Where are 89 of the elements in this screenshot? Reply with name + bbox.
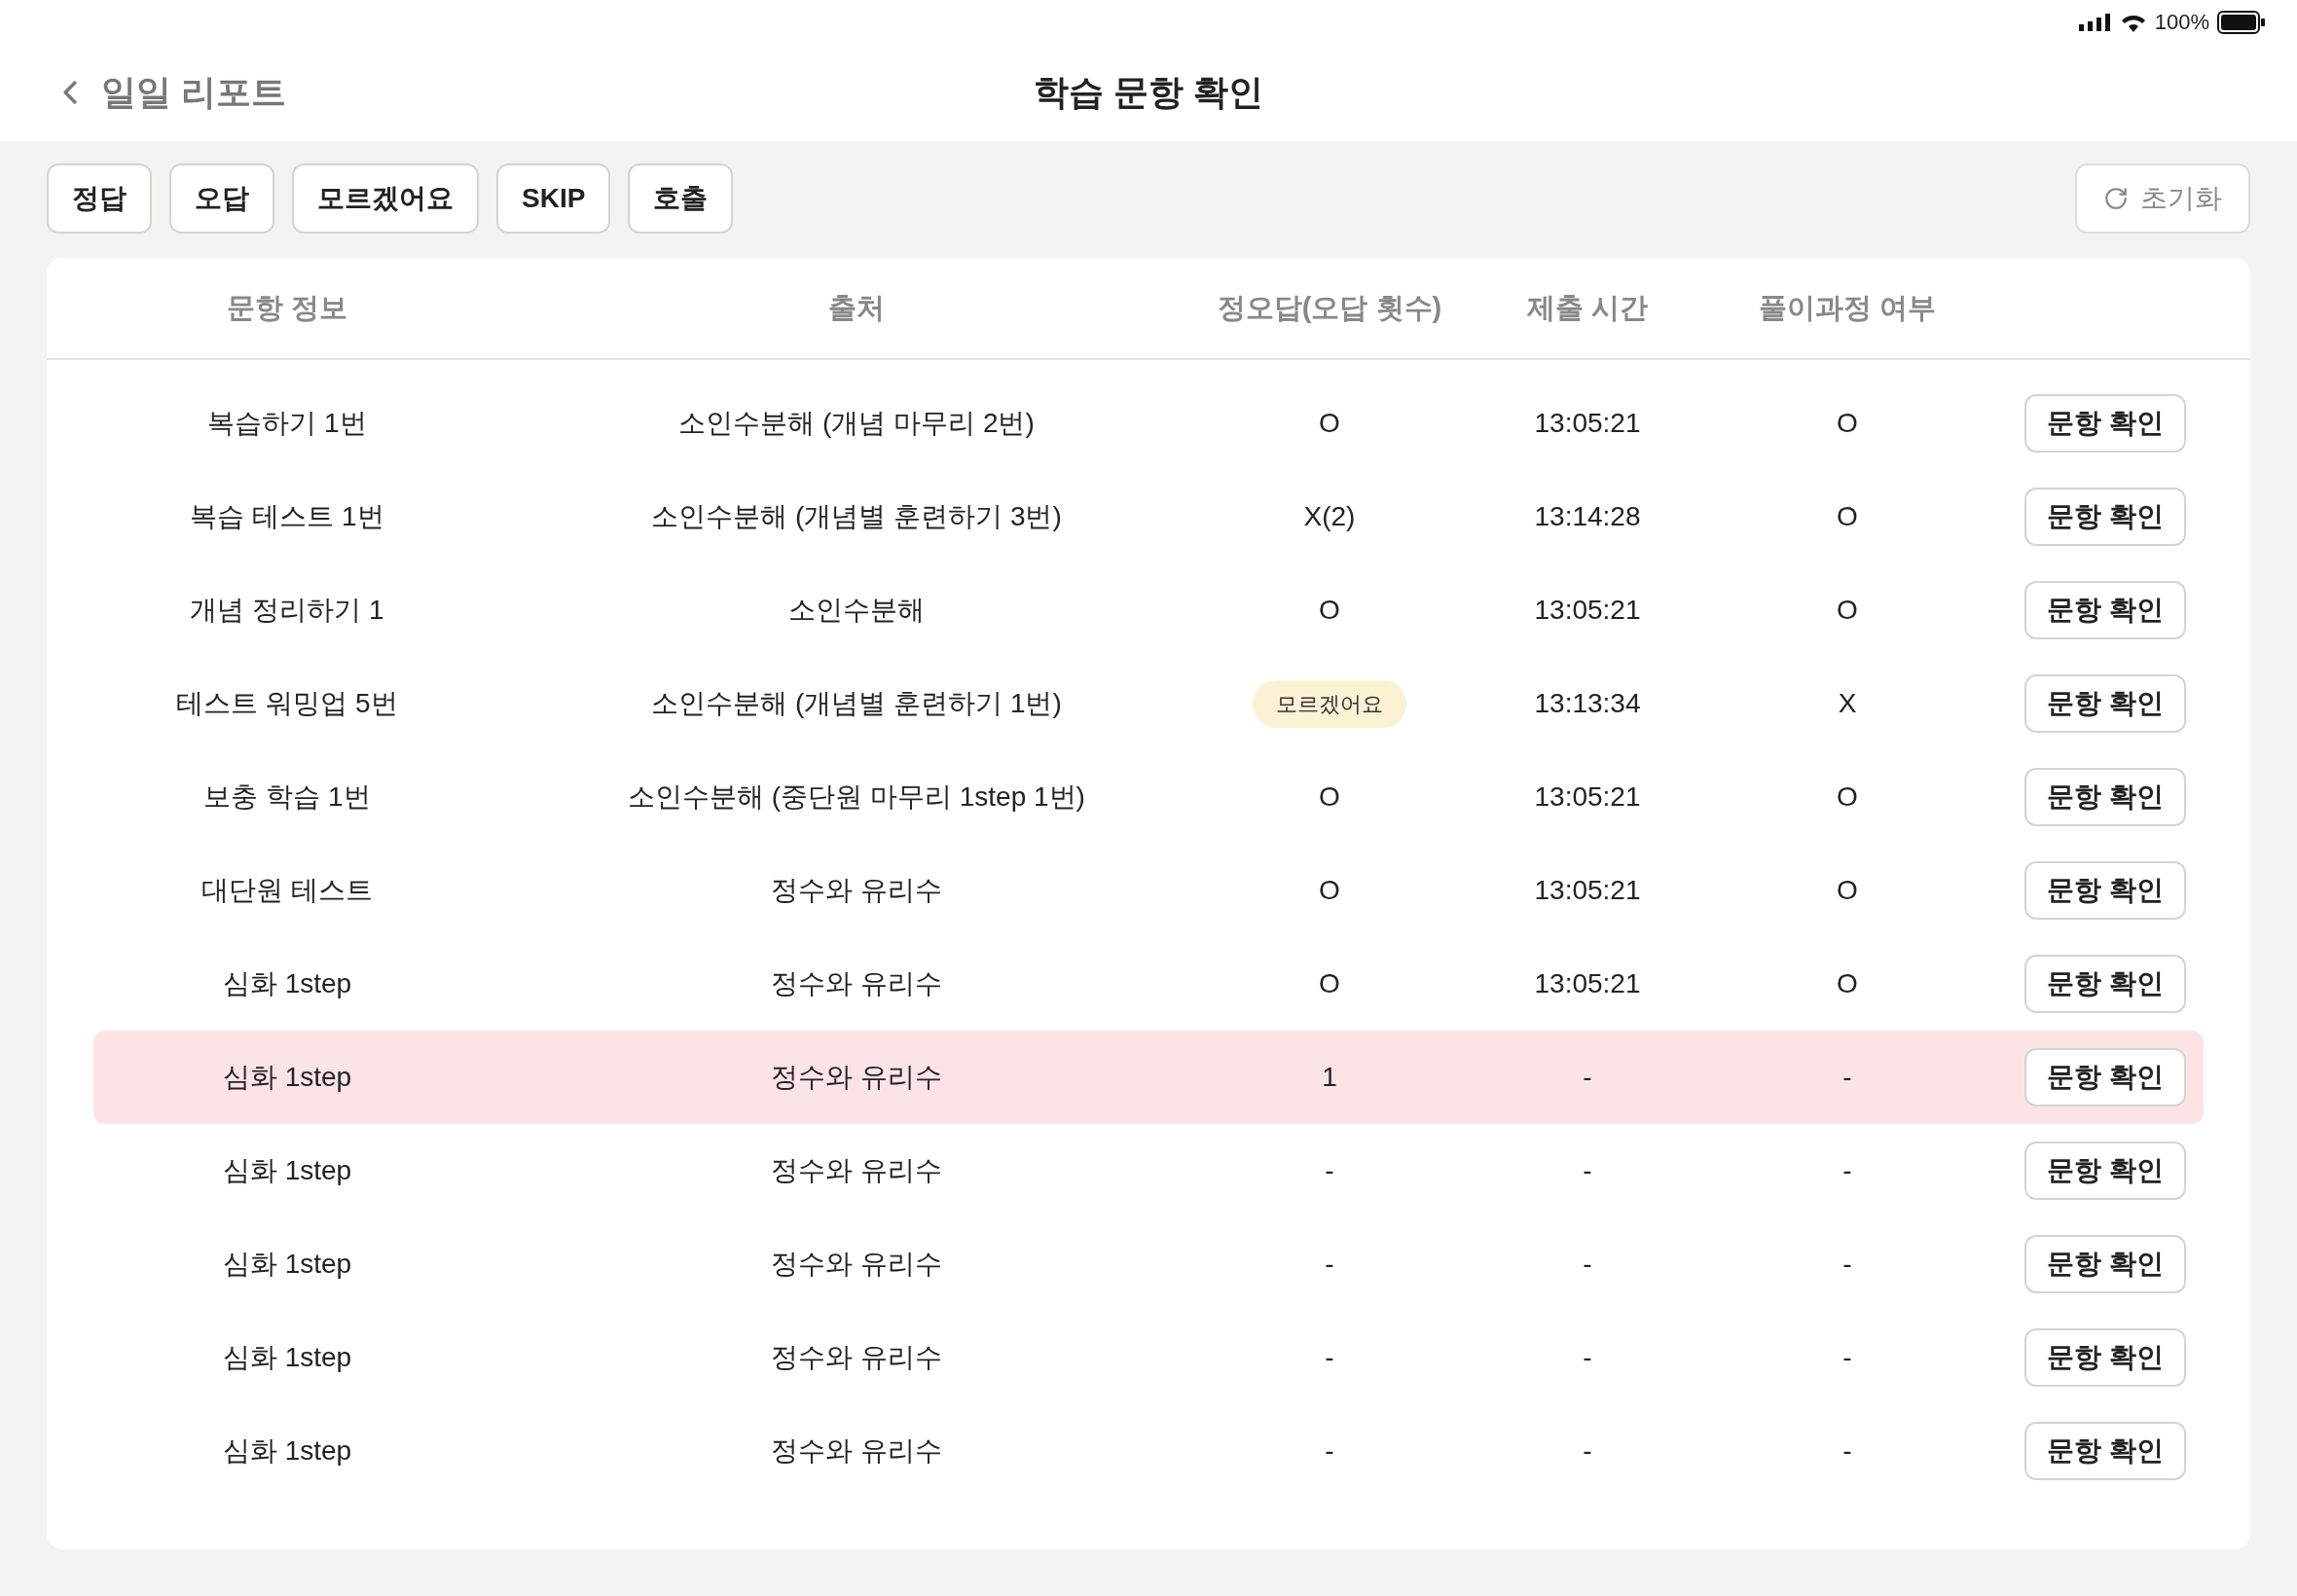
table-cell-text: 심화 1step [222,967,352,1000]
refresh-icon [2103,186,2129,211]
filter-button[interactable]: 정답 [47,163,152,234]
table-cell-text: 심화 1step [222,1341,352,1374]
view-question-button[interactable]: 문항 확인 [2024,1235,2186,1293]
column-header: 풀이과정 여부 [1758,290,1937,325]
table-cell-text: - [1842,1061,1852,1094]
reset-button[interactable]: 초기화 [2075,163,2250,234]
table-cell-text: - [1842,1341,1852,1374]
table-cell-text: 13:05:21 [1534,967,1641,1000]
table-cell-text: 정수와 유리수 [771,1154,942,1187]
view-question-button[interactable]: 문항 확인 [2024,955,2186,1013]
result-text: - [1325,1248,1334,1281]
table-cell-text: 심화 1step [222,1061,352,1094]
table-cell-text: 테스트 워밍업 5번 [176,687,398,720]
view-question-button[interactable]: 문항 확인 [2024,861,2186,920]
view-question-button[interactable]: 문항 확인 [2024,394,2186,453]
result-text: X(2) [1303,500,1356,533]
table-cell-text: - [1842,1434,1852,1468]
view-question-button[interactable]: 문항 확인 [2024,768,2186,826]
view-question-button[interactable]: 문항 확인 [2024,674,2186,733]
table-cell-text: X [1838,687,1857,720]
table-cell-text: 소인수분해 (개념 마무리 2번) [678,407,1035,440]
table-cell-text: 심화 1step [222,1248,352,1281]
battery-icon [2217,10,2266,34]
table-cell-text: 정수와 유리수 [771,1341,942,1374]
table-cell-text: 소인수분해 (개념별 훈련하기 3번) [651,500,1062,533]
result-text: 1 [1322,1061,1337,1094]
view-question-button[interactable]: 문항 확인 [2024,1048,2186,1106]
view-question-button[interactable]: 문항 확인 [2024,1328,2186,1387]
table-cell-text: - [1583,1248,1592,1281]
view-question-button[interactable]: 문항 확인 [2024,1422,2186,1480]
table-cell-text: 보충 학습 1번 [203,780,371,814]
page-title: 학습 문항 확인 [1034,71,1263,114]
filter-button[interactable]: 오답 [169,163,274,234]
filter-button[interactable]: 호출 [628,163,734,234]
result-text: - [1325,1341,1334,1374]
column-header: 출처 [828,290,885,325]
table-cell-text: - [1583,1061,1592,1094]
table-cell-text: 13:05:21 [1534,780,1641,814]
table-cell-text: 개념 정리하기 1 [190,594,384,627]
table-cell-text: 소인수분해 [788,594,925,627]
table-cell-text: 심화 1step [222,1434,352,1468]
view-question-button[interactable]: 문항 확인 [2024,488,2186,546]
table-cell-text: O [1837,407,1858,440]
filter-button[interactable]: SKIP [496,163,611,234]
table-cell-text: 정수와 유리수 [771,1061,942,1094]
table-cell-text: 심화 1step [222,1154,352,1187]
table-cell-text: O [1837,500,1858,533]
table-cell-text: - [1583,1434,1592,1468]
status-badge: 모르겠어요 [1253,679,1406,728]
view-question-button[interactable]: 문항 확인 [2024,581,2186,639]
filter-button[interactable]: 모르겠어요 [292,163,479,234]
table-cell-text: 13:14:28 [1534,500,1641,533]
view-question-button[interactable]: 문항 확인 [2024,1142,2186,1200]
table-cell-text: 정수와 유리수 [771,967,942,1000]
table-cell-text: O [1837,967,1858,1000]
table-cell-text: 정수와 유리수 [771,874,942,907]
signal-icon [2078,13,2112,31]
table-cell-text: - [1583,1154,1592,1187]
table-cell-text: 대단원 테스트 [201,874,373,907]
result-text: O [1319,594,1340,627]
table-cell-text: O [1837,780,1858,814]
back-button[interactable]: 일일 리포트 [51,66,286,119]
column-header: 제출 시간 [1526,290,1649,325]
table-cell-text: O [1837,874,1858,907]
table-cell-text: 13:13:34 [1534,687,1641,720]
result-text: O [1319,874,1340,907]
column-header: 정오답(오답 횟수) [1217,290,1442,325]
table-cell-text: 복습 테스트 1번 [190,500,384,533]
table-cell-text: 소인수분해 (개념별 훈련하기 1번) [651,687,1062,720]
table-cell-text: - [1842,1154,1852,1187]
table-cell-text: 복습하기 1번 [207,407,367,440]
table-cell-text: - [1583,1341,1592,1374]
result-text: O [1319,780,1340,814]
result-text: - [1325,1154,1334,1187]
column-header: 문항 정보 [226,290,348,325]
table-cell-text: 정수와 유리수 [771,1434,942,1468]
battery-text: 100% [2154,9,2209,36]
table-cell-text: - [1842,1248,1852,1281]
table-cell-text: 13:05:21 [1534,594,1641,627]
result-text: - [1325,1434,1334,1468]
result-text: O [1319,967,1340,1000]
table-cell-text: 13:05:21 [1534,407,1641,440]
result-text: O [1319,407,1340,440]
table-cell-text: 정수와 유리수 [771,1248,942,1281]
table-cell-text: O [1837,594,1858,627]
table-cell-text: 13:05:21 [1534,874,1641,907]
table-cell-text: 소인수분해 (중단원 마무리 1step 1번) [628,780,1085,814]
